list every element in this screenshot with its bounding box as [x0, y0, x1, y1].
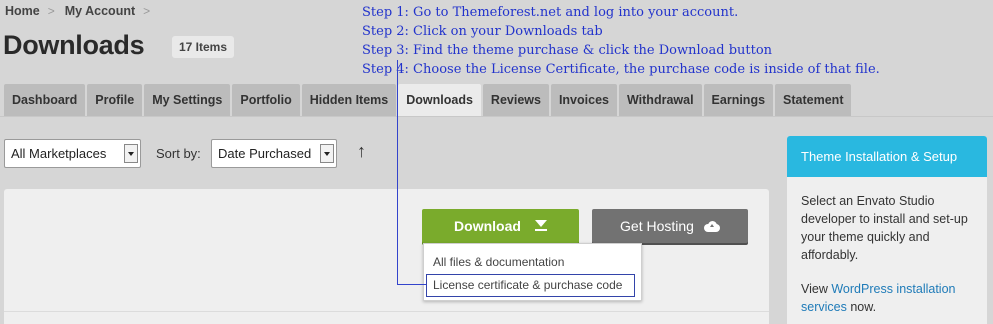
menu-item-all-files[interactable]: All files & documentation	[433, 255, 564, 269]
sidebar-link-suffix: now.	[850, 300, 877, 314]
step-3: Step 3: Find the theme purchase & click …	[362, 43, 773, 58]
tab-hidden-items[interactable]: Hidden Items	[301, 84, 397, 116]
sidebar-card-body: Select an Envato Studio developer to ins…	[787, 177, 987, 316]
page-title: Downloads	[3, 30, 145, 60]
breadcrumb-my-account[interactable]: My Account	[65, 4, 135, 18]
sort-label: Sort by:	[156, 146, 201, 161]
marketplace-select-value: All Marketplaces	[11, 146, 107, 161]
tab-profile[interactable]: Profile	[87, 84, 143, 116]
instruction-steps: Step 1: Go to Themeforest.net and log in…	[362, 3, 880, 79]
get-hosting-button[interactable]: Get Hosting	[592, 209, 748, 243]
arrow-up-icon[interactable]: ↑	[357, 141, 366, 162]
license-highlight-box	[426, 274, 635, 297]
breadcrumb-home[interactable]: Home	[5, 4, 40, 18]
tab-divider	[0, 116, 993, 117]
chevron-right-icon: >	[143, 4, 151, 18]
select-arrow-icon	[124, 144, 138, 163]
breadcrumb: Home > My Account >	[5, 4, 160, 18]
item-count-badge: 17 Items	[172, 36, 235, 58]
download-icon	[534, 220, 547, 232]
tab-invoices[interactable]: Invoices	[550, 84, 617, 116]
tab-dashboard[interactable]: Dashboard	[4, 84, 86, 116]
step-2: Step 2: Click on your Downloads tab	[362, 24, 603, 39]
tab-portfolio[interactable]: Portfolio	[232, 84, 300, 116]
panel-divider	[4, 311, 769, 312]
select-arrow-icon	[320, 144, 334, 163]
tab-downloads[interactable]: Downloads	[398, 84, 481, 117]
get-hosting-label: Get Hosting	[620, 218, 694, 234]
tab-earnings[interactable]: Earnings	[703, 84, 774, 116]
account-tabs: Dashboard Profile My Settings Portfolio …	[4, 84, 853, 117]
chevron-right-icon: >	[47, 4, 55, 18]
download-button-label: Download	[454, 218, 521, 234]
marketplace-select[interactable]: All Marketplaces	[4, 139, 141, 168]
step-4: Step 4: Choose the License Certificate, …	[362, 62, 880, 77]
tab-reviews[interactable]: Reviews	[482, 84, 549, 116]
theme-installation-card: Theme Installation & Setup Select an Env…	[787, 136, 987, 324]
sidebar-description: Select an Envato Studio developer to ins…	[801, 194, 968, 262]
sort-select[interactable]: Date Purchased	[211, 139, 337, 168]
tab-my-settings[interactable]: My Settings	[144, 84, 231, 116]
annotation-pointer-line	[397, 284, 426, 285]
step-1: Step 1: Go to Themeforest.net and log in…	[362, 5, 739, 20]
tab-withdrawal[interactable]: Withdrawal	[618, 84, 702, 116]
sidebar-card-title: Theme Installation & Setup	[787, 136, 987, 177]
tab-statement[interactable]: Statement	[775, 84, 852, 116]
annotation-pointer-line	[397, 60, 398, 285]
sidebar-link-line: View WordPress installation services now…	[801, 280, 975, 316]
sort-select-value: Date Purchased	[218, 146, 312, 161]
sidebar-link-prefix: View	[801, 282, 828, 296]
cloud-upload-icon	[703, 220, 720, 232]
download-button[interactable]: Download	[422, 209, 579, 243]
